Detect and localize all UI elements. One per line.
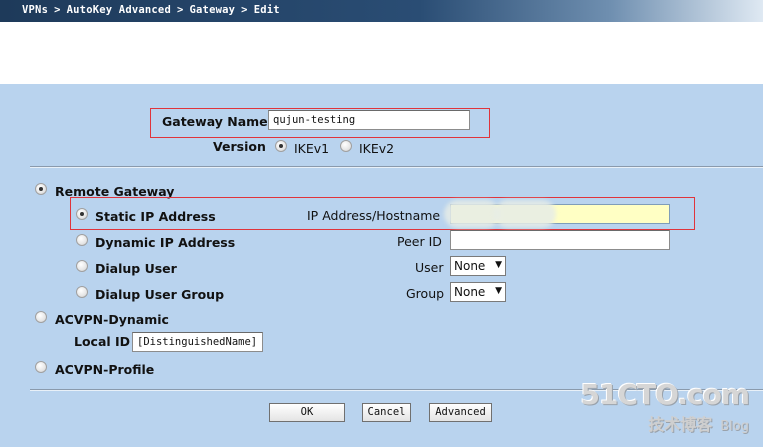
top-bar: VPNs > AutoKey Advanced > Gateway > Edit bbox=[0, 0, 763, 22]
advanced-button[interactable]: Advanced bbox=[429, 403, 492, 422]
dynamic-ip-label: Dynamic IP Address bbox=[95, 235, 236, 250]
acvpn-profile-radio[interactable] bbox=[35, 361, 47, 373]
version-ikev2-label: IKEv2 bbox=[359, 141, 395, 156]
watermark-brand: 51CTO.com bbox=[580, 378, 750, 411]
breadcrumb: VPNs > AutoKey Advanced > Gateway > Edit bbox=[22, 4, 280, 16]
version-label: Version bbox=[213, 139, 266, 154]
version-ikev2-radio[interactable] bbox=[340, 140, 352, 152]
divider bbox=[30, 166, 763, 168]
group-select[interactable]: None ▼ bbox=[450, 282, 506, 302]
cancel-button[interactable]: Cancel bbox=[362, 403, 411, 422]
watermark: 51CTO.com 技术博客 Blog bbox=[580, 378, 750, 435]
chevron-down-icon: ▼ bbox=[495, 260, 502, 270]
version-ikev1-radio[interactable] bbox=[275, 140, 287, 152]
dialup-group-radio[interactable] bbox=[76, 286, 88, 298]
group-label: Group bbox=[406, 286, 445, 301]
user-select-value: None bbox=[454, 259, 486, 273]
static-ip-radio[interactable] bbox=[76, 208, 88, 220]
remote-gateway-radio[interactable] bbox=[35, 183, 47, 195]
watermark-tagline: 技术博客 bbox=[648, 415, 713, 434]
peer-id-input[interactable] bbox=[450, 230, 670, 250]
breadcrumb-autokey-advanced[interactable]: AutoKey Advanced bbox=[67, 4, 171, 16]
breadcrumb-separator: > bbox=[54, 4, 61, 16]
local-id-label: Local ID bbox=[74, 334, 131, 349]
breadcrumb-separator: > bbox=[176, 4, 184, 16]
dialup-user-label: Dialup User bbox=[95, 261, 177, 276]
dialup-group-label: Dialup User Group bbox=[95, 287, 225, 302]
breadcrumb-gateway[interactable]: Gateway bbox=[190, 4, 236, 16]
redacted-blur bbox=[494, 200, 556, 228]
watermark-blog: Blog bbox=[720, 419, 749, 434]
breadcrumb-separator: > bbox=[241, 4, 248, 16]
acvpn-dynamic-label: ACVPN-Dynamic bbox=[55, 312, 169, 327]
peer-id-label: Peer ID bbox=[397, 234, 442, 249]
redacted-blur bbox=[444, 200, 500, 228]
static-ip-label: Static IP Address bbox=[95, 209, 216, 224]
gateway-name-input[interactable]: qujun-testing bbox=[268, 110, 470, 130]
chevron-down-icon: ▼ bbox=[495, 286, 502, 296]
breadcrumb-vpns[interactable]: VPNs bbox=[22, 4, 48, 16]
header-spacer bbox=[0, 22, 763, 84]
local-id-input[interactable]: [DistinguishedName] bbox=[132, 332, 263, 352]
user-label: User bbox=[415, 260, 444, 275]
breadcrumb-edit: Edit bbox=[253, 4, 280, 16]
ip-address-hostname-label: IP Address/Hostname bbox=[307, 208, 441, 223]
user-select[interactable]: None ▼ bbox=[450, 256, 506, 276]
gateway-name-label: Gateway Name bbox=[162, 114, 268, 129]
acvpn-dynamic-radio[interactable] bbox=[35, 311, 47, 323]
ok-button[interactable]: OK bbox=[269, 403, 345, 422]
dialup-user-radio[interactable] bbox=[76, 260, 88, 272]
dynamic-ip-radio[interactable] bbox=[76, 234, 88, 246]
group-select-value: None bbox=[454, 285, 486, 299]
version-ikev1-label: IKEv1 bbox=[294, 141, 330, 156]
acvpn-profile-label: ACVPN-Profile bbox=[55, 362, 155, 377]
